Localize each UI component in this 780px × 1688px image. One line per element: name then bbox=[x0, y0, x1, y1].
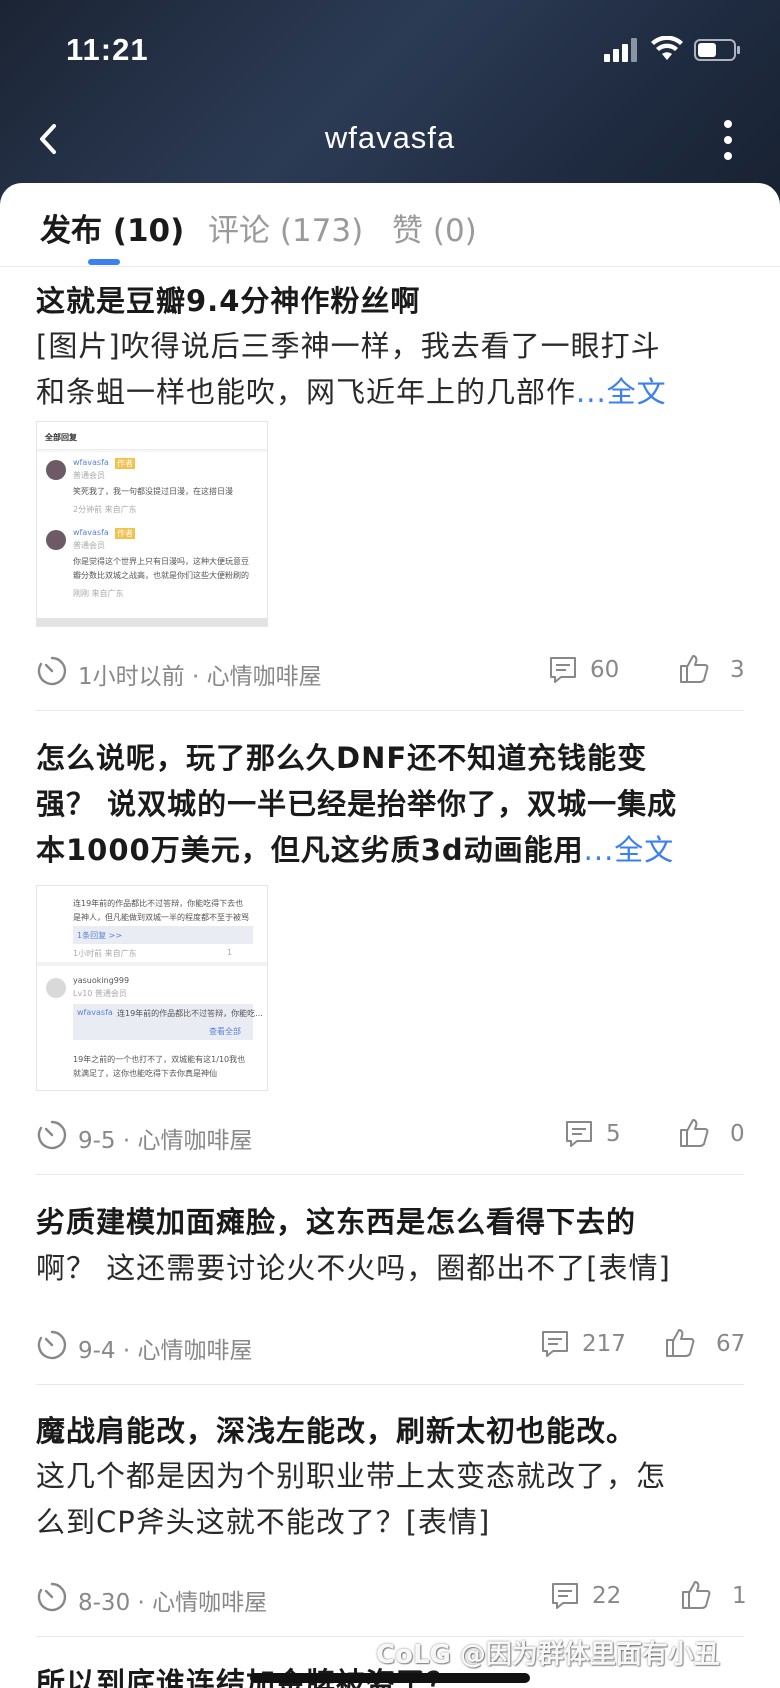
post-image[interactable]: 全部回复 wfavasfa 作者 普通会员 笑死我了，我一句都没提过日漫，在这搭… bbox=[36, 421, 268, 627]
comment-count: 60 bbox=[590, 657, 620, 683]
divider bbox=[36, 1174, 744, 1175]
comment-count: 5 bbox=[606, 1121, 621, 1147]
tab-bar: 发布 (10) 评论 (173) 赞 (0) bbox=[0, 183, 780, 267]
post-meta: 8-30 · 心情咖啡屋 22 1 bbox=[36, 1577, 747, 1617]
post-meta: 1小时以前 · 心情咖啡屋 60 3 bbox=[36, 651, 745, 691]
thumbs-up-icon[interactable] bbox=[678, 1117, 710, 1149]
comment-icon[interactable] bbox=[564, 1119, 594, 1149]
divider bbox=[36, 1384, 744, 1385]
post-title: 魔战肩能改，深浅左能改，刷新太初也能改。 bbox=[36, 1414, 637, 1448]
comment-icon[interactable] bbox=[548, 655, 578, 685]
signal-icon bbox=[604, 38, 637, 62]
tab-likes[interactable]: 赞 (0) bbox=[392, 205, 477, 250]
post-item[interactable]: 劣质建模加面瘫脸，这东西是怎么看得下去的 啊？ 这还需要讨论火不火吗，圈都出不了… bbox=[36, 1199, 744, 1291]
watermark: CoLG @因为群体里面有小丑 bbox=[376, 1640, 720, 1670]
home-indicator bbox=[250, 1673, 530, 1683]
full-text-link[interactable]: ...全文 bbox=[584, 833, 675, 867]
thumbs-up-icon[interactable] bbox=[680, 1579, 712, 1611]
content-sheet: 发布 (10) 评论 (173) 赞 (0) 这就是豆瓣9.4分神作粉丝啊 [图… bbox=[0, 183, 780, 1688]
comment-icon[interactable] bbox=[550, 1581, 580, 1611]
post-body: [图片]吹得说后三季神一样，我去看了一眼打斗 和条蛆一样也能吹，网飞近年上的几部… bbox=[36, 329, 667, 409]
thumbs-up-icon[interactable] bbox=[664, 1327, 696, 1359]
comment-icon[interactable] bbox=[540, 1329, 570, 1359]
post-time-source: 9-5 · 心情咖啡屋 bbox=[78, 1128, 253, 1154]
nav-bar: wfavasfa bbox=[0, 110, 780, 170]
like-count: 0 bbox=[730, 1121, 745, 1147]
page-title: wfavasfa bbox=[324, 120, 456, 155]
post-title: 劣质建模加面瘫脸，这东西是怎么看得下去的 啊？ 这还需要讨论火不火吗，圈都出不了… bbox=[36, 1205, 671, 1285]
status-bar: 11:21 bbox=[0, 28, 780, 72]
post-item[interactable]: 怎么说呢，玩了那么久DNF还不知道充钱能变 强？ 说双城的一半已经是抬举你了，双… bbox=[36, 735, 744, 873]
post-title: 这就是豆瓣9.4分神作粉丝啊 bbox=[36, 284, 421, 318]
comment-count: 22 bbox=[592, 1583, 622, 1609]
divider bbox=[36, 710, 744, 711]
post-meta: 9-5 · 心情咖啡屋 5 0 bbox=[36, 1115, 745, 1155]
battery-icon bbox=[694, 39, 740, 61]
like-count: 3 bbox=[730, 657, 745, 683]
post-title: 怎么说呢，玩了那么久DNF还不知道充钱能变 强？ 说双城的一半已经是抬举你了，双… bbox=[36, 741, 678, 867]
more-options-icon[interactable] bbox=[718, 118, 738, 162]
clock-icon bbox=[37, 1582, 67, 1612]
thumbs-up-icon[interactable] bbox=[678, 653, 710, 685]
post-time-source: 9-4 · 心情咖啡屋 bbox=[78, 1338, 253, 1364]
post-image[interactable]: 连19年前的作品都比不过答辩，你能吃得下去也 是神人，但凡能做到双城一半的程度都… bbox=[36, 885, 268, 1091]
tab-comments[interactable]: 评论 (173) bbox=[208, 205, 363, 250]
wifi-icon bbox=[651, 36, 683, 60]
avatar bbox=[46, 530, 66, 550]
post-item[interactable]: 这就是豆瓣9.4分神作粉丝啊 [图片]吹得说后三季神一样，我去看了一眼打斗 和条… bbox=[36, 279, 744, 415]
avatar bbox=[46, 978, 66, 998]
tab-posts[interactable]: 发布 (10) bbox=[40, 205, 184, 250]
clock-icon bbox=[37, 1120, 67, 1150]
like-count: 67 bbox=[716, 1331, 746, 1357]
post-time-source: 8-30 · 心情咖啡屋 bbox=[78, 1590, 268, 1616]
comment-count: 217 bbox=[582, 1331, 626, 1357]
clock-icon bbox=[37, 1330, 67, 1360]
header: 11:21 wfavasfa bbox=[0, 0, 780, 200]
status-time: 11:21 bbox=[66, 32, 149, 67]
like-count: 1 bbox=[732, 1583, 747, 1609]
post-meta: 9-4 · 心情咖啡屋 217 67 bbox=[36, 1325, 746, 1365]
post-body: 这几个都是因为个别职业带上太变态就改了，怎 么到CP斧头这就不能改了？[表情] bbox=[36, 1459, 667, 1539]
clock-icon bbox=[37, 656, 67, 686]
post-time-source: 1小时以前 · 心情咖啡屋 bbox=[78, 664, 322, 690]
full-text-link[interactable]: ...全文 bbox=[576, 375, 667, 409]
tab-indicator bbox=[88, 259, 120, 265]
post-item[interactable]: 魔战肩能改，深浅左能改，刷新太初也能改。 这几个都是因为个别职业带上太变态就改了… bbox=[36, 1409, 744, 1545]
avatar bbox=[46, 460, 66, 480]
